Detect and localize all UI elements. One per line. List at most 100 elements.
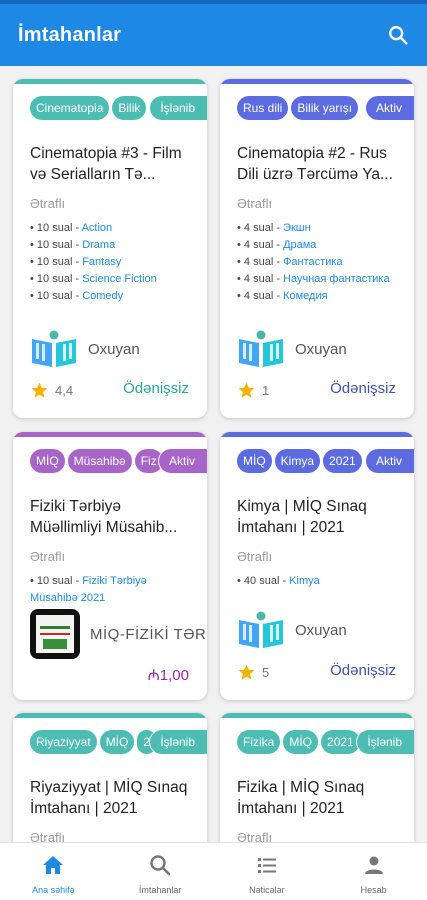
rating-value: 1 (262, 383, 270, 398)
exam-title: Cinematopia #3 - Film və Serialların Tə.… (30, 145, 182, 183)
list-item: • 4 sual - Драма (237, 239, 317, 251)
topic-list: • 4 sual - Экшн • 4 sual - Драма • 4 sua… (237, 220, 404, 305)
list-item: • 10 sual - Fiziki Tərbiyə Müsahibə 2021 (30, 575, 147, 604)
details-link[interactable]: Ətraflı (237, 830, 414, 842)
tag: Rus dili (237, 96, 289, 120)
list-item: • 10 sual - Science Fiction (30, 273, 157, 285)
tag-row: MİQ Kimya 2021 Aktiv (237, 449, 414, 475)
card-accent-bar (220, 713, 414, 718)
status-badge: Aktiv (365, 96, 414, 120)
author-row: Oxuyan (237, 329, 347, 369)
tag-row: Cinematopia Bilik İşlənib (30, 96, 207, 122)
nav-exams[interactable]: İmtahanlar (107, 843, 214, 900)
rating-value: 5 (262, 665, 270, 680)
tag: Riyaziyyat (30, 730, 97, 754)
exam-grid[interactable]: Cinematopia Bilik İşlənib Cinematopia #3 … (0, 66, 427, 842)
tag: MİQ (30, 449, 65, 473)
list-item: • 4 sual - Комедия (237, 290, 328, 302)
topic-list: • 10 sual - Action • 10 sual - Drama • 1… (30, 220, 197, 305)
nav-label: Hesab (360, 885, 387, 895)
status-badge: İşlənib (357, 730, 414, 754)
star-icon (31, 382, 48, 398)
list-item: • 10 sual - Drama (30, 239, 116, 251)
search-icon (150, 855, 171, 876)
details-link[interactable]: Ətraflı (30, 196, 207, 211)
tag: Bilik (112, 96, 147, 120)
search-button[interactable] (385, 22, 411, 48)
status-badge: İşlənib (150, 96, 207, 120)
status-badge: Aktiv (158, 449, 207, 473)
card-accent-bar (13, 713, 207, 718)
list-item: • 10 sual - Fantasy (30, 256, 122, 268)
tag-row: MİQ Müsahibə Fiz Aktiv (30, 449, 207, 475)
status-badge: Aktiv (365, 449, 414, 473)
tag: MİQ (237, 449, 272, 473)
tag-row: Riyaziyyat MİQ 2 İşlənib (30, 730, 207, 756)
card-accent-bar (13, 79, 207, 84)
exam-title: Fizika | MİQ Sınaq İmtahanı | 2021 (237, 779, 365, 817)
tag-row: Rus dili Bilik yarışı Aktiv (237, 96, 414, 122)
rating: 5 (237, 663, 269, 682)
book-logo-icon (32, 330, 76, 367)
page-title: İmtahanlar (18, 23, 122, 46)
tag: Bilik yarışı (291, 96, 359, 120)
details-link[interactable]: Ətraflı (30, 830, 207, 842)
nav-label: İmtahanlar (138, 885, 182, 895)
bottom-navigation: Ana səhifə İmtahanlar Nəticələr Hesab (0, 842, 427, 900)
exam-title: Fiziki Tərbiyə Müəllimliyi Müsahib... (30, 498, 178, 536)
author-row: Oxuyan (237, 610, 347, 650)
person-icon (364, 856, 383, 874)
details-link[interactable]: Ətraflı (30, 549, 207, 564)
book-logo-icon (239, 330, 283, 367)
list-item: • 4 sual - Фантастика (237, 256, 343, 268)
tag-row: Fizika MİQ 2021 İşlənib (237, 730, 414, 756)
card-accent-bar (220, 79, 414, 84)
book-logo-icon (239, 611, 283, 648)
price: Ödənişsiz (123, 380, 189, 397)
exam-card[interactable]: Cinematopia Bilik İşlənib Cinematopia #3 … (13, 79, 207, 418)
tag: Cinematopia (30, 96, 110, 120)
exam-card[interactable]: Rus dili Bilik yarışı Aktiv Cinematopia #… (220, 79, 414, 418)
home-icon (43, 856, 64, 874)
exam-title: Riyaziyyat | MİQ Sınaq İmtahanı | 2021 (30, 779, 188, 817)
author-row: MİQ-FİZİKİ TƏRBİYƏ (30, 609, 207, 659)
tag: Fizika (237, 730, 281, 754)
rating: 1 (237, 381, 269, 400)
list-item: • 4 sual - Экшн (237, 222, 311, 234)
author-logo (30, 609, 80, 659)
card-accent-bar (220, 432, 414, 437)
tag: 2021 (321, 730, 360, 754)
search-icon (389, 26, 408, 45)
author-row: Oxuyan (30, 329, 140, 369)
star-icon (238, 664, 255, 680)
nav-home[interactable]: Ana səhifə (0, 843, 107, 900)
status-badge: İşlənib (150, 730, 207, 754)
tag: MİQ (283, 730, 319, 754)
rating-value: 4,4 (55, 383, 74, 398)
tag: Kimya (274, 449, 321, 473)
author-name: MİQ-FİZİKİ TƏRBİYƏ (90, 625, 207, 643)
tag: MİQ (99, 730, 135, 754)
list-item: • 10 sual - Comedy (30, 290, 124, 302)
exam-title: Kimya | MİQ Sınaq İmtahanı | 2021 (237, 498, 367, 536)
details-link[interactable]: Ətraflı (237, 549, 414, 564)
author-name: Oxuyan (88, 340, 140, 358)
topic-list: • 40 sual - Kimya (237, 573, 404, 590)
exam-card[interactable]: Riyaziyyat MİQ 2 İşlənib Riyaziyyat | MİQ … (13, 713, 207, 842)
details-link[interactable]: Ətraflı (237, 196, 414, 211)
price: Ödənişsiz (330, 662, 396, 679)
list-item: • 10 sual - Action (30, 222, 113, 234)
nav-label: Ana səhifə (32, 885, 75, 895)
nav-results[interactable]: Nəticələr (214, 843, 321, 900)
price: ₼1,00 (147, 667, 189, 684)
author-name: Oxuyan (295, 621, 347, 639)
price: Ödənişsiz (330, 380, 396, 397)
app-bar: İmtahanlar (0, 4, 427, 66)
list-item: • 40 sual - Kimya (237, 575, 320, 587)
exam-card[interactable]: MİQ Kimya 2021 Aktiv Kimya | MİQ Sınaq İmt… (220, 432, 414, 700)
exam-card[interactable]: MİQ Müsahibə Fiz Aktiv Fiziki Tərbiyə Müəl… (13, 432, 207, 700)
nav-account[interactable]: Hesab (320, 843, 427, 900)
rating: 4,4 (30, 381, 73, 400)
exam-title: Cinematopia #2 - Rus Dili üzrə Tərcümə Y… (237, 145, 393, 183)
exam-card[interactable]: Fizika MİQ 2021 İşlənib Fizika | MİQ Sınaq… (220, 713, 414, 842)
